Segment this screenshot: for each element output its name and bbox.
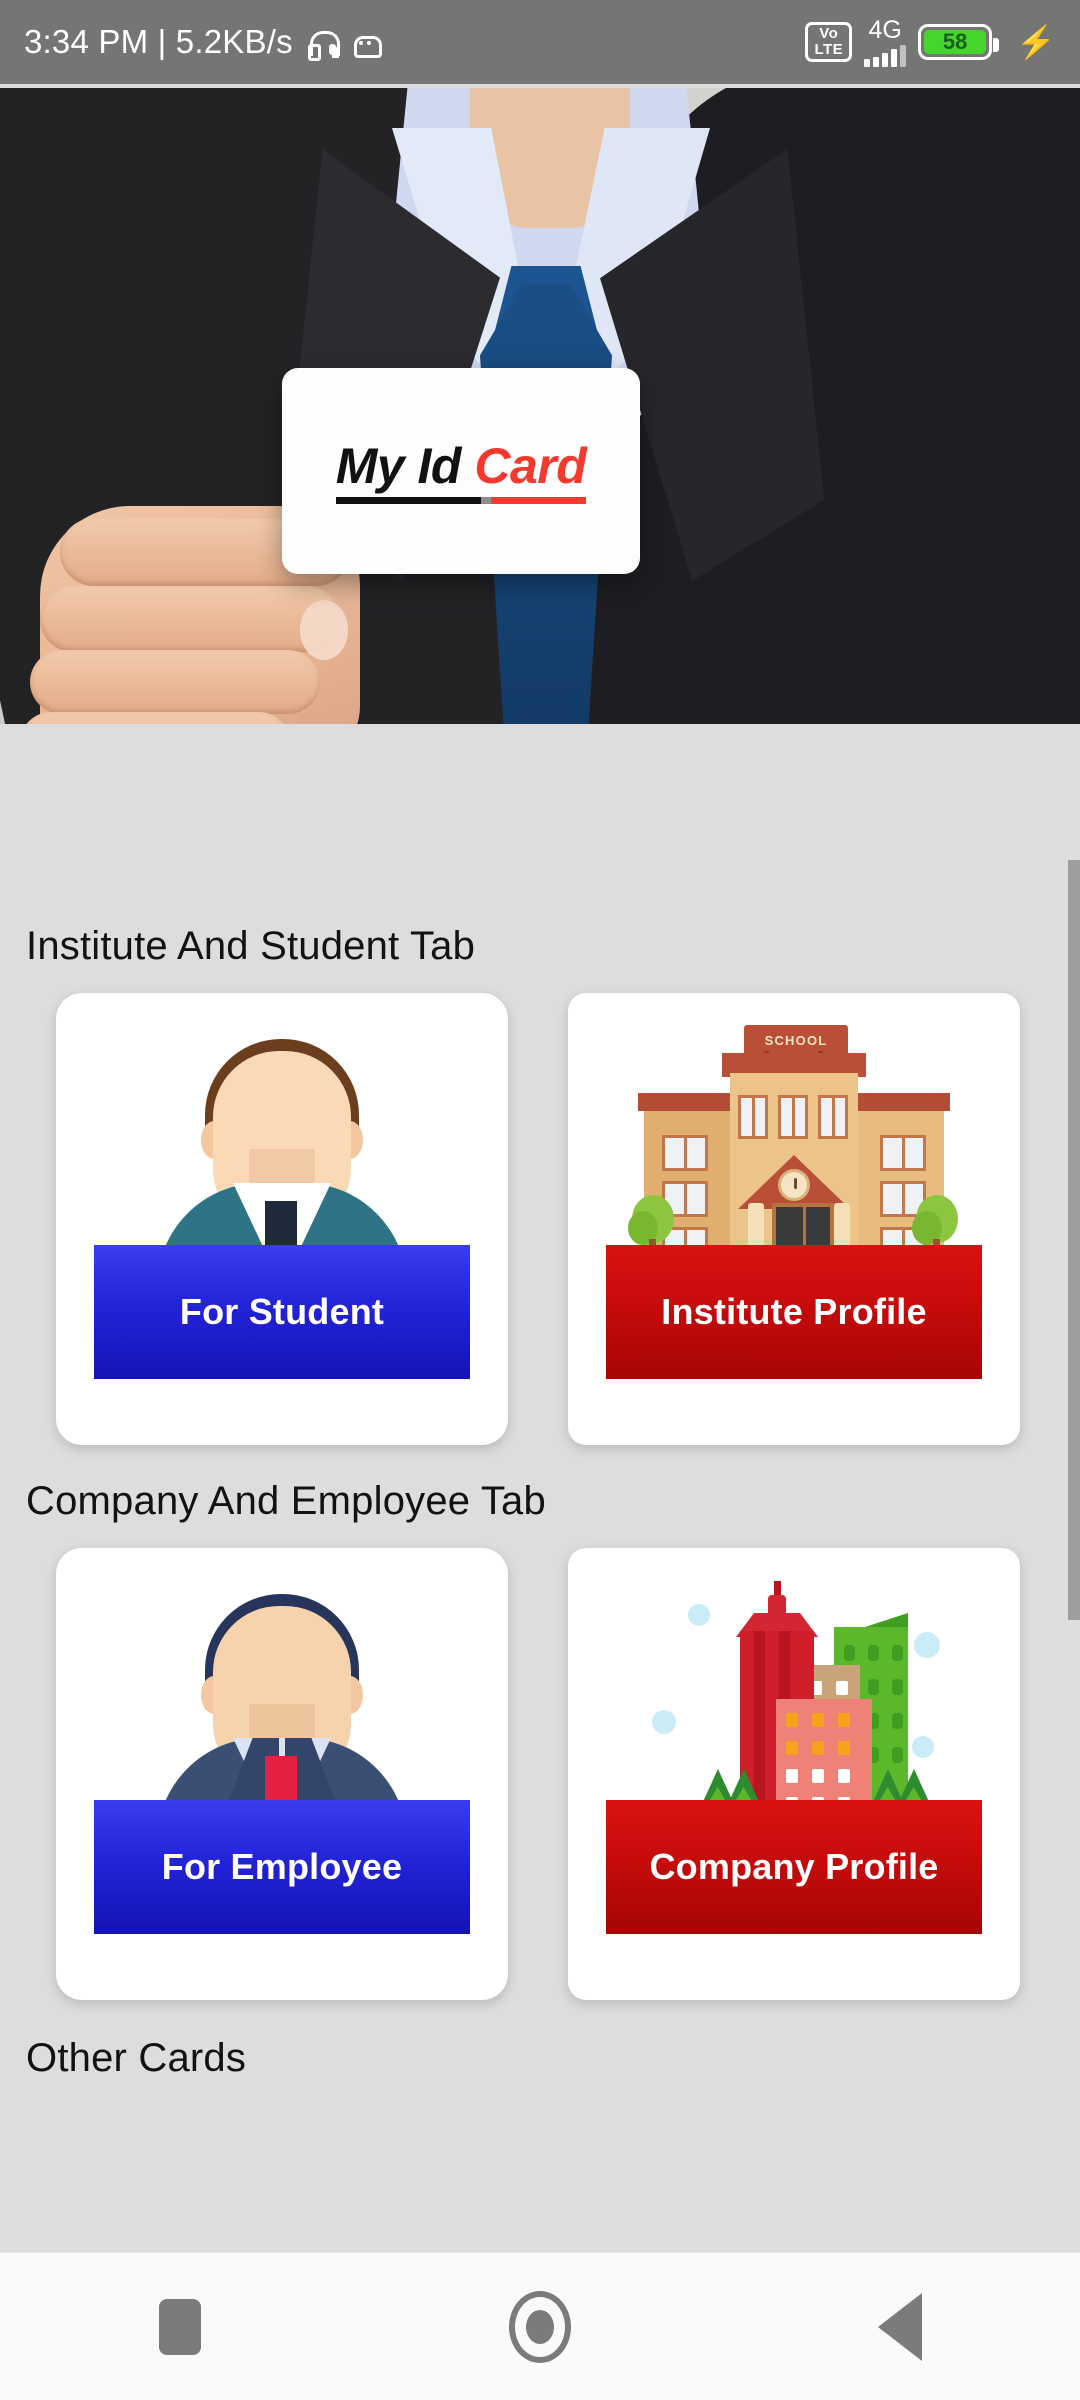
scroll-content[interactable]: Institute And Student Tab For Student SC… [0,724,1080,2252]
id-card-logo: My Id Card [282,368,640,574]
institute-profile-button[interactable]: Institute Profile [606,1245,982,1379]
triangle-back-icon [878,2292,922,2361]
status-bar-right: Vo LTE 4G 58 ⚡ [805,15,1056,67]
charging-bolt-icon: ⚡ [1016,24,1056,60]
battery-icon: 58 [918,24,1000,60]
section-title-other-cards: Other Cards [26,2036,247,2080]
hero-banner: My Id Card [0,88,1080,724]
for-employee-button[interactable]: For Employee [94,1800,470,1934]
circle-home-icon [509,2290,571,2363]
back-button[interactable] [840,2267,960,2387]
network-type-label: 4G [868,15,902,44]
status-bar: 3:34 PM | 5.2KB/s Vo LTE 4G 58 ⚡ [0,0,1080,84]
school-sign-label: SCHOOL [744,1025,848,1055]
logo-text-accent: Card [474,438,587,494]
battery-level-label: 58 [924,29,987,54]
status-bar-left: 3:34 PM | 5.2KB/s [24,23,805,61]
square-recents-icon [159,2298,201,2355]
signal-strength-bars [864,44,907,67]
tile-company-profile[interactable]: Company Profile [568,1548,1020,2000]
banner-thumbnail [300,600,348,660]
logo-text-primary: My Id [335,438,462,494]
android-navigation-bar [0,2252,1080,2400]
for-student-button[interactable]: For Student [94,1245,470,1379]
status-clock-and-netspeed: 3:34 PM | 5.2KB/s [24,23,293,60]
recents-button[interactable] [120,2267,240,2387]
signal-bars-icon: 4G [864,15,907,67]
tile-for-employee[interactable]: For Employee [56,1548,508,2000]
banner-finger [40,586,340,652]
banner-finger [30,650,320,714]
headset-icon [307,27,340,61]
card-row-institute-student: For Student SCHOOL Institute Profile [0,969,1080,1445]
volte-label-bottom: LTE [814,41,844,58]
logo-underline [335,497,587,504]
card-row-company-employee: For Employee Company Profile [0,1524,1080,2000]
section-title-company-employee: Company And Employee Tab [26,1479,546,1523]
tile-institute-profile[interactable]: SCHOOL Institute Profile [568,993,1020,1445]
banner-finger [20,712,290,724]
volte-icon: Vo LTE [805,22,853,62]
company-profile-button[interactable]: Company Profile [606,1800,982,1934]
section-title-institute-student: Institute And Student Tab [26,924,476,968]
tile-for-student[interactable]: For Student [56,993,508,1445]
home-button[interactable] [480,2267,600,2387]
volte-label-top: Vo [819,25,839,42]
vertical-scrollbar[interactable] [1068,860,1080,1620]
android-robot-icon [351,28,382,58]
